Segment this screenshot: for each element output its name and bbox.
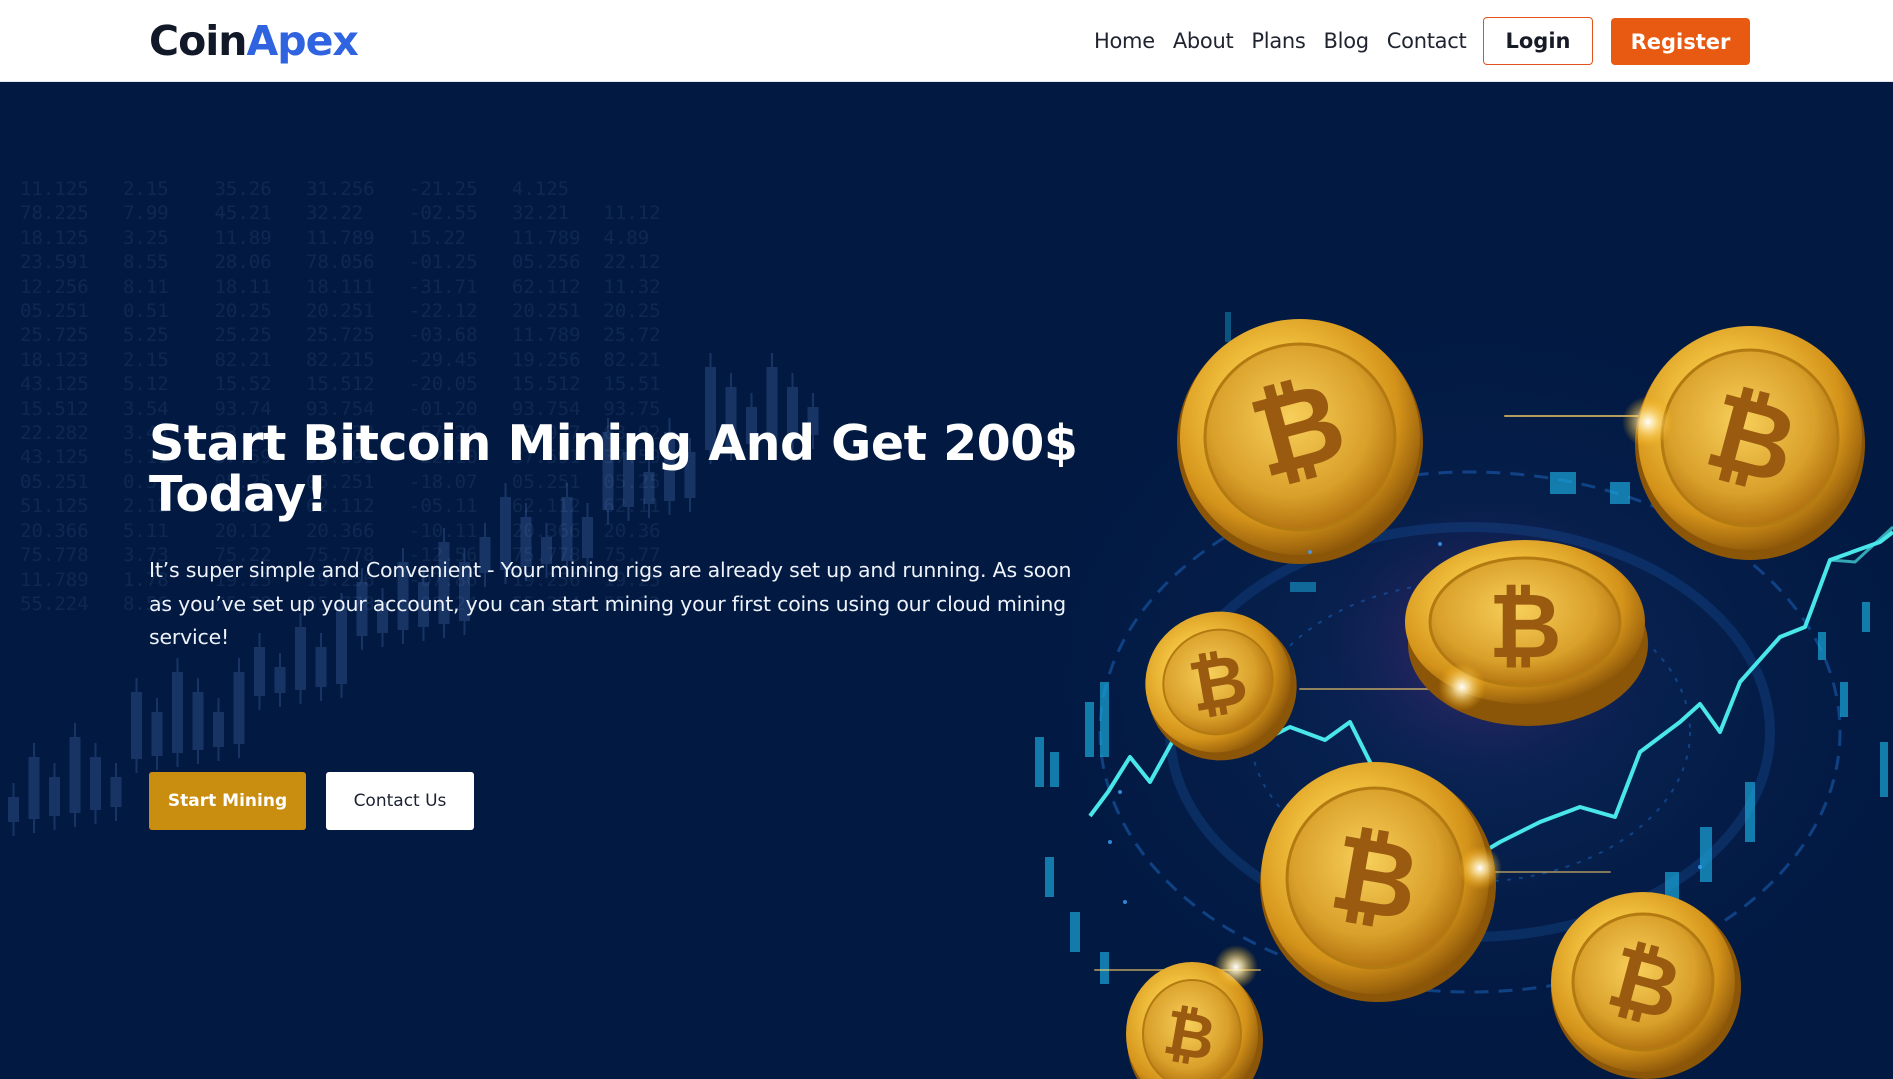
bitcoin-coin-icon: ₿ [1145, 611, 1297, 761]
login-button[interactable]: Login [1483, 17, 1593, 65]
main-nav: Home About Plans Blog Contact [1094, 26, 1484, 56]
brand-logo-apex: Apex [246, 17, 359, 65]
register-button[interactable]: Register [1611, 18, 1750, 65]
contact-us-button[interactable]: Contact Us [326, 772, 474, 830]
bitcoin-coin-icon: ₿ [1635, 326, 1865, 560]
start-mining-button[interactable]: Start Mining [149, 772, 306, 830]
bitcoin-coin-icon: ₿ [1177, 319, 1423, 564]
bitcoin-coin-icon: ₿ [1551, 892, 1741, 1079]
nav-home-link[interactable]: Home [1094, 26, 1155, 56]
hero-description: It’s super simple and Convenient - Your … [149, 558, 1072, 649]
hero-section: 11.125 2.15 35.26 31.256 -21.25 4.125 78… [0, 82, 1893, 1079]
brand-logo-coin: Coin [149, 17, 247, 65]
nav-contact-link[interactable]: Contact [1387, 26, 1467, 56]
background-candle-wick [12, 783, 15, 836]
nav-blog-link[interactable]: Blog [1324, 26, 1370, 56]
svg-text:₿: ₿ [1488, 574, 1561, 679]
brand-logo[interactable]: CoinApex [149, 16, 359, 66]
hero-title: Start Bitcoin Mining And Get 200$ Today! [149, 415, 1078, 523]
nav-about-link[interactable]: About [1173, 26, 1234, 56]
bitcoin-coins-illustration: ₿ ₿ ₿ ₿ ₿ ₿ ₿ [1035, 312, 1893, 1079]
top-navigation-bar: CoinApex Home About Plans Blog Contact L… [0, 0, 1893, 82]
nav-plans-link[interactable]: Plans [1251, 26, 1305, 56]
